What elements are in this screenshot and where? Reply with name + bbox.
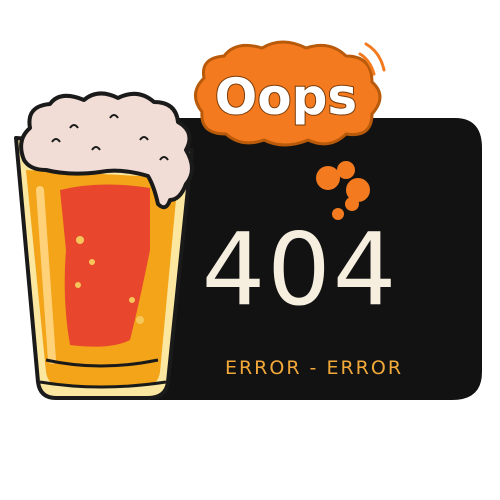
error-subtitle: ERROR - ERROR	[225, 357, 403, 379]
beer-glass-icon	[14, 91, 194, 400]
oops-label: Oops	[215, 68, 357, 126]
error-code: 404	[202, 211, 399, 328]
error-404-illustration: Oops 404 ERROR - ERROR	[14, 40, 482, 400]
oops-bubble: Oops	[194, 40, 386, 147]
